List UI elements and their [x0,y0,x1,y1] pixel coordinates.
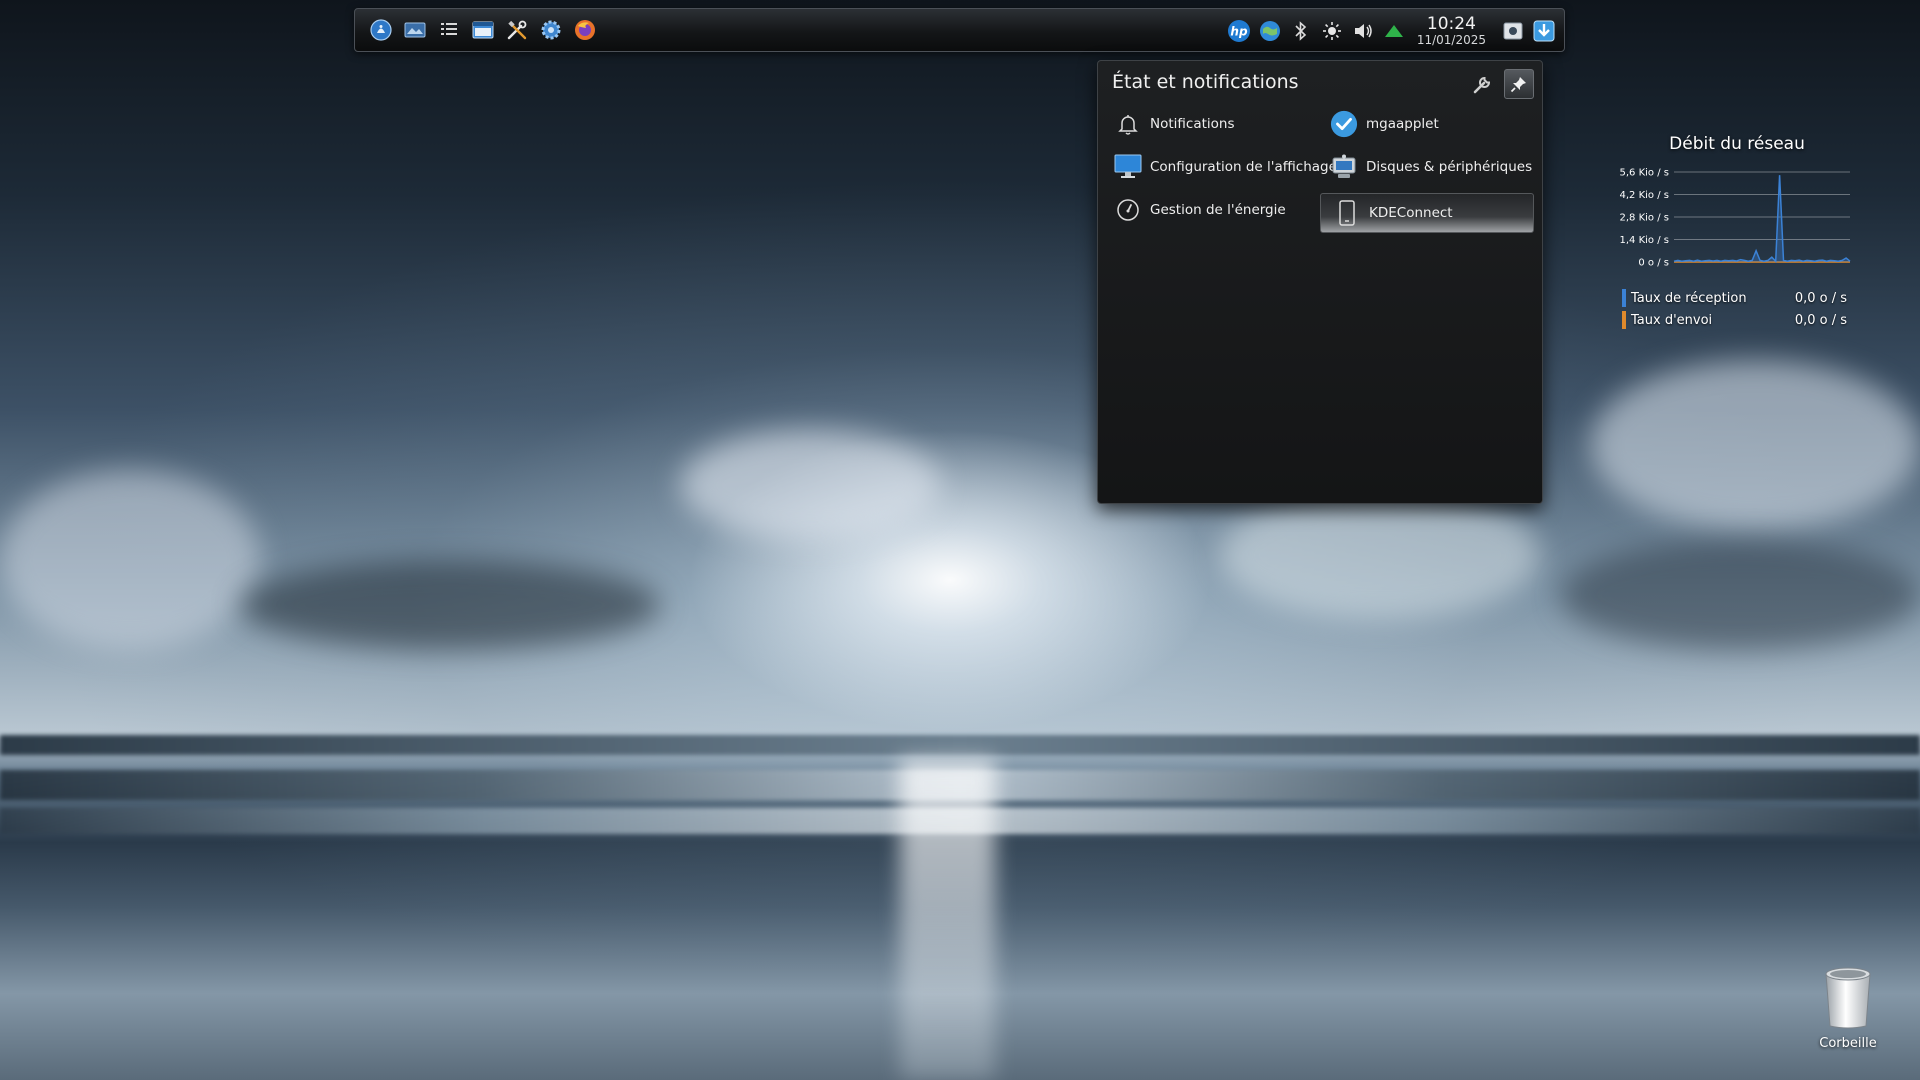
item-kdeconnect[interactable]: KDEConnect [1320,193,1534,233]
hp-icon[interactable]: hp [1227,19,1251,43]
firefox-icon[interactable] [571,16,599,44]
configure-button[interactable] [1468,69,1498,99]
wrench-icon [1473,76,1491,94]
drive-icon [1330,153,1358,181]
item-label: Gestion de l'énergie [1150,202,1286,218]
checkmark-icon [1330,110,1358,138]
phone-icon [1333,199,1361,227]
item-power-management[interactable]: Gestion de l'énergie [1102,190,1316,230]
wallpaper-cloud [680,430,940,540]
legend-value: 0,0 o / s [1794,312,1847,328]
trash-label: Corbeille [1819,1036,1877,1051]
wallpaper-waves [0,735,1920,755]
update-arrow-icon[interactable] [1382,19,1406,43]
clock-date: 11/01/2025 [1416,33,1486,47]
wallpaper-cloud [0,470,260,650]
network-globe-icon[interactable] [1258,19,1282,43]
legend-label: Taux de réception [1631,290,1747,306]
volume-icon[interactable] [1351,19,1375,43]
chart-ytick-label: 0 o / s [1638,258,1669,269]
item-label: mgaapplet [1366,116,1439,132]
legend-send: Taux d'envoi 0,0 o / s [1622,310,1847,330]
item-notifications[interactable]: Notifications [1102,104,1316,144]
screenshot-icon[interactable] [1501,19,1525,43]
wallpaper-cloud [240,560,660,650]
pin-icon [1510,77,1526,93]
chart-series-line [1673,175,1851,263]
chart-ytick-label: 2,8 Kio / s [1620,213,1669,224]
digital-clock[interactable]: 10:24 11/01/2025 [1417,15,1486,47]
wallpaper-cloud [1590,360,1920,530]
network-throughput-widget: Débit du réseau 5,6 Kio / s 4,2 Kio / s 2,… [1612,130,1862,340]
item-mgaapplet[interactable]: mgaapplet [1318,104,1532,144]
chart-series-area [1674,175,1850,262]
item-label: Configuration de l'affichage [1150,159,1337,175]
wallpaper-cloud [1220,490,1540,620]
network-widget-title: Débit du réseau [1669,134,1805,154]
item-display-configuration[interactable]: Configuration de l'affichage [1102,147,1337,187]
legend-swatch-send [1622,311,1626,329]
show-desktop-icon[interactable] [401,16,429,44]
wallpaper-sun-reflection [900,760,995,1080]
tools-icon[interactable] [503,16,531,44]
popup-title: État et notifications [1112,71,1299,93]
chart-ytick-label: 4,2 Kio / s [1620,190,1669,201]
status-notifications-popup: État et notifications Notifications mgaa… [1097,60,1543,504]
brightness-icon[interactable] [1320,19,1344,43]
svg-text:hp: hp [1230,25,1248,39]
list-icon[interactable] [435,16,463,44]
legend-value: 0,0 o / s [1794,290,1847,306]
item-disks-devices[interactable]: Disques & périphériques [1318,147,1532,187]
power-gauge-icon [1114,196,1142,224]
legend-reception: Taux de réception 0,0 o / s [1622,288,1847,308]
window-icon[interactable] [469,16,497,44]
wallpaper-cloud [1560,540,1920,650]
gear-icon[interactable] [537,16,565,44]
status-notifications-icon[interactable] [1532,19,1556,43]
item-label: Notifications [1150,116,1235,132]
chart-ytick-label: 5,6 Kio / s [1620,168,1669,179]
chart-ytick-label: 1,4 Kio / s [1620,235,1669,246]
pin-button[interactable] [1504,69,1534,99]
bell-icon [1114,110,1142,138]
monitor-icon [1114,153,1142,181]
legend-label: Taux d'envoi [1631,312,1713,328]
bluetooth-icon[interactable] [1289,19,1313,43]
clock-time: 10:24 [1426,14,1476,34]
item-label: Disques & périphériques [1366,159,1533,175]
item-label: KDEConnect [1369,205,1453,221]
trash-icon [1825,967,1871,1029]
trash-desktop-icon[interactable]: Corbeille [1810,966,1886,1051]
launcher-group [367,16,599,44]
top-panel: hp 10:24 11/01/2025 [354,8,1565,52]
network-chart: 5,6 Kio / s 4,2 Kio / s 2,8 Kio / s 1,4 Kio… [1620,168,1851,269]
legend-swatch-reception [1622,289,1626,307]
mageia-menu-icon[interactable] [367,16,395,44]
system-tray: hp 10:24 11/01/2025 [1227,13,1556,49]
